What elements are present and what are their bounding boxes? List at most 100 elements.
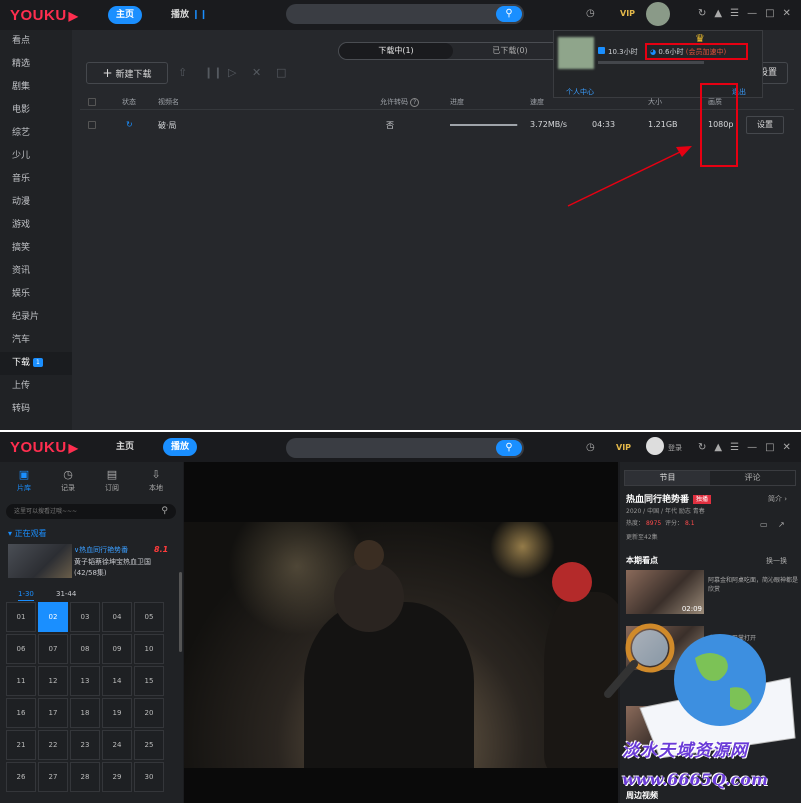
episode-23[interactable]: 23 xyxy=(70,730,100,760)
episode-02[interactable]: 02 xyxy=(38,602,68,632)
episode-11[interactable]: 11 xyxy=(6,666,36,696)
upload-icon[interactable]: ⇧ xyxy=(178,66,187,79)
sidebar-item[interactable]: 上传 xyxy=(0,375,72,398)
episode-16[interactable]: 16 xyxy=(6,698,36,728)
search-input[interactable]: ⚲ xyxy=(286,4,524,24)
clip-thumbnail[interactable] xyxy=(626,626,704,670)
select-all-checkbox[interactable] xyxy=(88,98,96,106)
login-link[interactable]: 登录 xyxy=(668,443,682,453)
episode-07[interactable]: 07 xyxy=(38,634,68,664)
sidebar-item[interactable]: 搞笑 xyxy=(0,237,72,260)
episode-30[interactable]: 30 xyxy=(134,762,164,792)
youku-logo[interactable]: YOUKU ▶ xyxy=(10,7,78,24)
tab-comments[interactable]: 评论 xyxy=(710,471,795,485)
help-icon[interactable]: ? xyxy=(410,98,420,107)
sidebar-item[interactable]: 游戏 xyxy=(0,214,72,237)
episode-20[interactable]: 20 xyxy=(134,698,164,728)
play-icon[interactable]: ▷ xyxy=(228,66,236,79)
tab-downloaded[interactable]: 已下载(0) xyxy=(453,43,567,59)
history-search-input[interactable]: 这里可以搜看过哦~~~ ⚲ xyxy=(6,504,176,519)
clip-text[interactable]: 金利明一巴掌打开 xyxy=(708,634,798,643)
episode-22[interactable]: 22 xyxy=(38,730,68,760)
clip-text[interactable]: 阿慕金和阿桌吃面，简沁眼神都是欣赏 xyxy=(708,576,798,594)
sidebar-item[interactable]: 纪录片 xyxy=(0,306,72,329)
episode-01[interactable]: 01 xyxy=(6,602,36,632)
history-icon[interactable]: ◷ xyxy=(586,8,595,19)
skin-icon[interactable]: ▲ xyxy=(714,8,722,19)
avatar-player[interactable] xyxy=(646,437,664,455)
tab-program[interactable]: 节目 xyxy=(625,471,710,485)
search-icon-player[interactable]: ⚲ xyxy=(496,440,522,456)
history-icon-player[interactable]: ◷ xyxy=(586,442,595,453)
tab-local[interactable]: ⇩ 本地 xyxy=(136,468,176,493)
nav-home[interactable]: 主页 xyxy=(108,6,143,24)
menu-icon[interactable]: ☰ xyxy=(730,8,739,19)
intro-link[interactable]: 简介 › xyxy=(768,494,787,504)
current-thumbnail[interactable] xyxy=(8,544,72,578)
episode-15[interactable]: 15 xyxy=(134,666,164,696)
episode-05[interactable]: 05 xyxy=(134,602,164,632)
episode-06[interactable]: 06 xyxy=(6,634,36,664)
nav-play[interactable]: 播放 ❙❙ xyxy=(163,6,215,24)
sidebar-item[interactable]: 剧集 xyxy=(0,76,72,99)
swap-button[interactable]: 换一换 xyxy=(766,556,787,566)
episode-19[interactable]: 19 xyxy=(102,698,132,728)
refresh-icon[interactable]: ↻ xyxy=(698,442,706,453)
minimize-icon[interactable]: — xyxy=(747,8,757,19)
episode-17[interactable]: 17 xyxy=(38,698,68,728)
clip-thumbnail[interactable]: 02:09 xyxy=(626,570,704,614)
close-icon[interactable]: ✕ xyxy=(783,442,791,453)
new-download-button[interactable]: + 新建下载 xyxy=(86,62,168,84)
vip-label[interactable]: VIP xyxy=(620,9,635,18)
youku-logo-player[interactable]: YOUKU ▶ xyxy=(10,439,78,456)
close-icon[interactable]: ✕ xyxy=(783,8,791,19)
sidebar-item[interactable]: 少儿 xyxy=(0,145,72,168)
sidebar-item[interactable]: 电影 xyxy=(0,99,72,122)
vip-label-player[interactable]: VIP xyxy=(616,443,631,452)
tab-history[interactable]: ◷ 记录 xyxy=(48,468,88,493)
refresh-icon[interactable]: ↻ xyxy=(698,8,706,19)
cast-icon[interactable]: ▭ xyxy=(760,520,768,529)
nav-home-player[interactable]: 主页 xyxy=(108,438,142,456)
episode-12[interactable]: 12 xyxy=(38,666,68,696)
sidebar-item[interactable]: 精选 xyxy=(0,53,72,76)
search-input-player[interactable]: ⚲ xyxy=(286,438,524,458)
episode-18[interactable]: 18 xyxy=(70,698,100,728)
minimize-icon[interactable]: — xyxy=(747,442,757,453)
row-settings-button[interactable]: 设置 xyxy=(746,116,784,134)
sidebar-item[interactable]: 转码 xyxy=(0,398,72,421)
search-icon[interactable]: ⚲ xyxy=(496,6,522,22)
episode-03[interactable]: 03 xyxy=(70,602,100,632)
episode-27[interactable]: 27 xyxy=(38,762,68,792)
video-player[interactable] xyxy=(184,462,618,803)
nav-play-player[interactable]: 播放 xyxy=(163,438,198,456)
row-checkbox[interactable] xyxy=(88,121,96,129)
sidebar-item[interactable]: 下载 xyxy=(0,358,30,368)
range-1-30[interactable]: 1-30 xyxy=(18,590,34,601)
sidebar-item[interactable]: 综艺 xyxy=(0,122,72,145)
avatar[interactable] xyxy=(646,2,670,26)
pause-icon[interactable]: ❙❙ xyxy=(204,66,222,79)
sidebar-item[interactable]: 资讯 xyxy=(0,260,72,283)
episode-25[interactable]: 25 xyxy=(134,730,164,760)
video-frame[interactable] xyxy=(184,522,618,768)
episode-28[interactable]: 28 xyxy=(70,762,100,792)
scrollbar[interactable] xyxy=(179,572,182,652)
watching-header[interactable]: ▾ 正在观看 xyxy=(8,528,47,539)
tab-library[interactable]: ▣ 片库 xyxy=(4,468,44,493)
folder-icon[interactable]: □ xyxy=(276,66,286,79)
menu-icon[interactable]: ☰ xyxy=(730,442,739,453)
sidebar-item[interactable]: 汽车 xyxy=(0,329,72,352)
episode-21[interactable]: 21 xyxy=(6,730,36,760)
episode-10[interactable]: 10 xyxy=(134,634,164,664)
episode-09[interactable]: 09 xyxy=(102,634,132,664)
delete-icon[interactable]: ✕ xyxy=(252,66,261,79)
maximize-icon[interactable]: □ xyxy=(765,442,774,453)
episode-26[interactable]: 26 xyxy=(6,762,36,792)
table-row[interactable]: ↻ 破·局 否 3.72MB/s 04:33 1.21GB 1080p 设置 xyxy=(80,114,794,136)
current-title[interactable]: ∨热血同行艳势番 xyxy=(74,545,128,555)
episode-04[interactable]: 04 xyxy=(102,602,132,632)
episode-14[interactable]: 14 xyxy=(102,666,132,696)
sidebar-item[interactable]: 音乐 xyxy=(0,168,72,191)
sidebar-item[interactable]: 娱乐 xyxy=(0,283,72,306)
